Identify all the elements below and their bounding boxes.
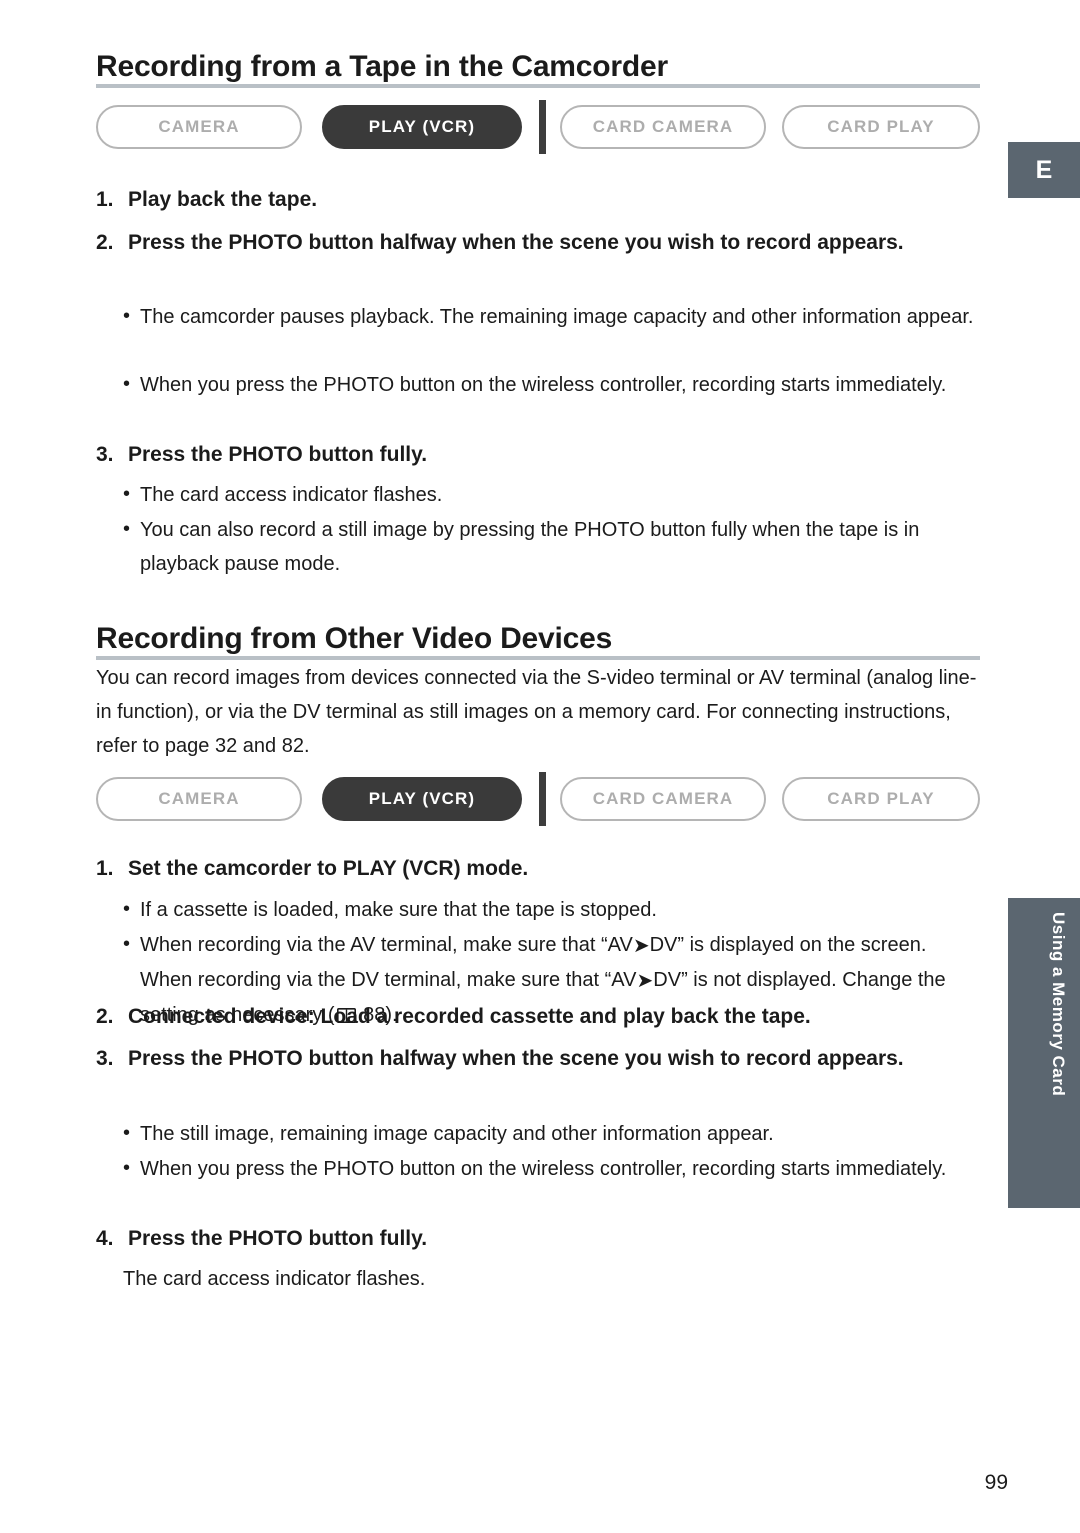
heading-rule-1: [96, 84, 980, 88]
step-number: 3.: [96, 443, 114, 466]
step-text: Press the PHOTO button halfway when the …: [128, 231, 904, 254]
language-tab: E: [1008, 142, 1080, 198]
bullet-text: If a cassette is loaded, make sure that …: [140, 899, 657, 921]
bullet-dot: •: [123, 1122, 131, 1144]
step-number: 2.: [96, 1005, 114, 1028]
mode-button-card-camera[interactable]: CARD CAMERA: [560, 105, 766, 149]
manual-page: Recording from a Tape in the Camcorder C…: [0, 0, 1080, 1533]
step-2-1: 1. Set the camcorder to PLAY (VCR) mode.: [96, 852, 966, 885]
step-text: Press the PHOTO button halfway when the …: [128, 1047, 904, 1070]
mode-divider-1: [539, 100, 546, 154]
bullet-1-3: • The card access indicator flashes.: [123, 478, 983, 512]
right-arrow-icon: ➤: [632, 935, 650, 957]
mode-button-card-play-2[interactable]: CARD PLAY: [782, 777, 980, 821]
mode-divider-2: [539, 772, 546, 826]
step-number: 4.: [96, 1227, 114, 1250]
page-number: 99: [984, 1471, 1008, 1494]
step-number: 1.: [96, 188, 114, 211]
mode-bar-2: CAMERA PLAY (VCR) CARD CAMERA CARD PLAY: [96, 772, 980, 826]
mode-bar-1: CAMERA PLAY (VCR) CARD CAMERA CARD PLAY: [96, 100, 980, 154]
bullet-text: The still image, remaining image capacit…: [140, 1123, 774, 1145]
bullet-text: When you press the PHOTO button on the w…: [140, 374, 947, 396]
step-2-4: 4. Press the PHOTO button fully.: [96, 1222, 966, 1255]
mode-button-play-vcr[interactable]: PLAY (VCR): [322, 105, 522, 149]
bullet-text: When you press the PHOTO button on the w…: [140, 1158, 947, 1180]
bullet-dot: •: [123, 483, 131, 505]
bullet-dot: •: [123, 305, 131, 327]
mode-button-play-vcr-2[interactable]: PLAY (VCR): [322, 777, 522, 821]
bullet-text: You can also record a still image by pre…: [140, 519, 920, 575]
step-number: 2.: [96, 231, 114, 254]
section-2-intro: You can record images from devices conne…: [96, 667, 977, 757]
step-number: 1.: [96, 857, 114, 880]
bullet-text: The card access indicator flashes.: [140, 484, 443, 506]
step-text: Press the PHOTO button fully.: [128, 1227, 428, 1250]
step-text: Play back the tape.: [128, 188, 318, 211]
bullet-dot: •: [123, 933, 131, 955]
section-heading-1: Recording from a Tape in the Camcorder: [96, 50, 668, 83]
bullet-1-1: • The camcorder pauses playback. The rem…: [123, 300, 983, 334]
bullet-1-4: • You can also record a still image by p…: [123, 513, 991, 581]
bullet-2-1: • If a cassette is loaded, make sure tha…: [123, 893, 983, 927]
right-arrow-icon: ➤: [636, 970, 654, 992]
bullet-dot: •: [123, 518, 131, 540]
heading-rule-2: [96, 656, 980, 660]
bullet-1-2: • When you press the PHOTO button on the…: [123, 368, 983, 402]
step-1-3: 3. Press the PHOTO button fully.: [96, 438, 966, 471]
step-2-2: 2. Connected device: Load a recorded cas…: [96, 1000, 976, 1033]
bullet-dot: •: [123, 1157, 131, 1179]
step-text: Set the camcorder to PLAY (VCR) mode.: [128, 857, 529, 880]
mode-button-camera-2[interactable]: CAMERA: [96, 777, 302, 821]
step-1-2: 2. Press the PHOTO button halfway when t…: [96, 226, 976, 259]
step-2-3: 3. Press the PHOTO button halfway when t…: [96, 1042, 976, 1075]
bullet-dot: •: [123, 898, 131, 920]
step-text: Press the PHOTO button fully.: [128, 443, 428, 466]
bullet-2-3: • The still image, remaining image capac…: [123, 1117, 983, 1151]
step-number: 3.: [96, 1047, 114, 1070]
chapter-tab-label: Using a Memory Card: [1049, 912, 1068, 1097]
mode-button-card-camera-2[interactable]: CARD CAMERA: [560, 777, 766, 821]
chapter-tab-background: [1008, 898, 1080, 1208]
section-2-closing-text: The card access indicator flashes.: [123, 1268, 426, 1290]
bullet-text: The camcorder pauses playback. The remai…: [140, 306, 974, 328]
mode-button-camera[interactable]: CAMERA: [96, 105, 302, 149]
step-text: Connected device: Load a recorded casset…: [128, 1005, 811, 1028]
mode-button-card-play[interactable]: CARD PLAY: [782, 105, 980, 149]
section-heading-2: Recording from Other Video Devices: [96, 622, 613, 655]
bullet-dot: •: [123, 373, 131, 395]
step-1-1: 1. Play back the tape.: [96, 183, 966, 216]
bullet-2-4: • When you press the PHOTO button on the…: [123, 1152, 983, 1186]
